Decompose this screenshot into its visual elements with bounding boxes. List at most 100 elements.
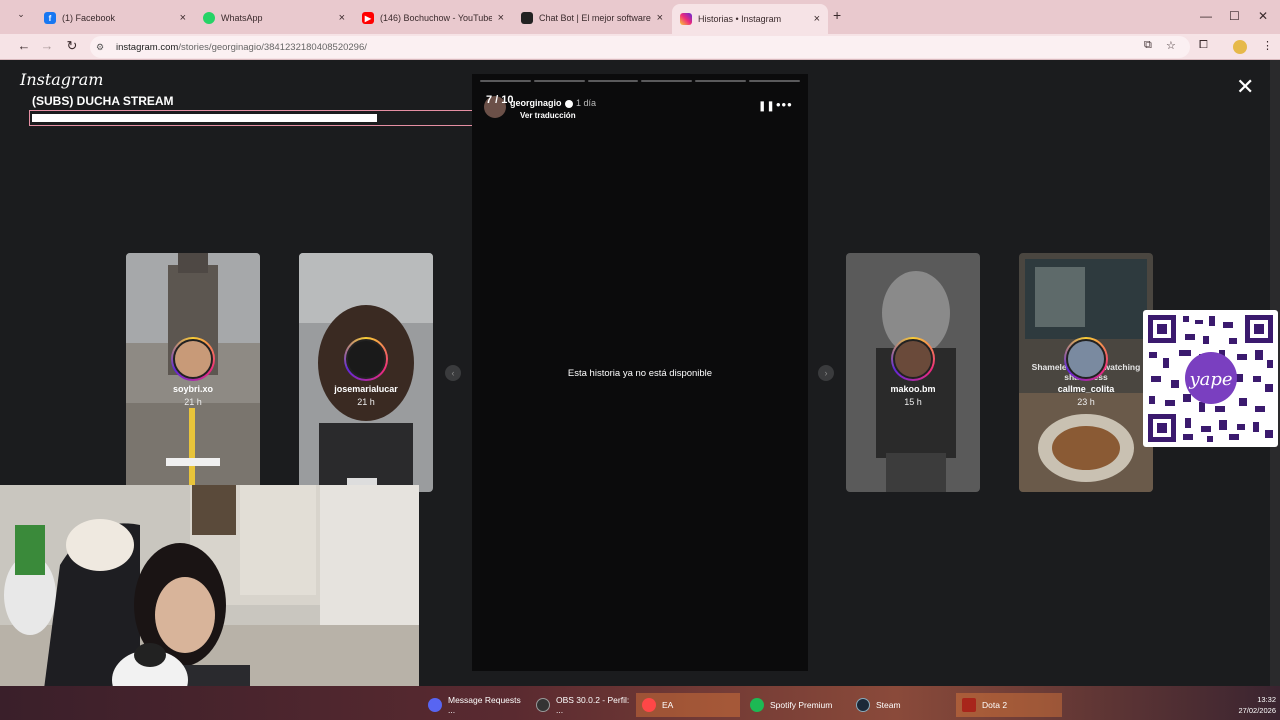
instagram-icon (680, 13, 692, 25)
tab-title: WhatsApp (221, 13, 263, 23)
browser-toolbar: ← → ↻ ⚙ instagram.com/stories/georginagi… (0, 34, 1280, 60)
story-progress-segment (641, 80, 693, 82)
extensions-icon[interactable]: ⧠ (1199, 39, 1208, 52)
tab-facebook[interactable]: f (1) Facebook × (36, 6, 194, 30)
instagram-logo[interactable]: Instagram (20, 70, 103, 89)
more-options-icon[interactable]: ••• (776, 97, 793, 112)
clock-date: 27/02/2026 (1238, 706, 1276, 715)
story-card-time: 21 h (184, 397, 202, 407)
taskbar-item-label: OBS 30.0.2 - Perfil: ... (556, 695, 630, 715)
taskbar-item-label: Spotify Premium (770, 700, 833, 710)
webcam-overlay (0, 485, 419, 720)
stream-title-overlay: (SUBS) DUCHA STREAM (32, 94, 174, 108)
close-tab-icon[interactable]: × (814, 13, 820, 25)
stream-progress-fill (32, 114, 377, 122)
url-text: instagram.com/stories/georginagio/384123… (116, 41, 367, 53)
close-tab-icon[interactable]: × (180, 12, 186, 24)
obs-icon (536, 698, 550, 712)
pause-icon[interactable]: ❚❚ (758, 101, 775, 112)
close-tab-icon[interactable]: × (498, 12, 504, 24)
chatbot-icon (521, 12, 533, 24)
reload-icon[interactable]: ↻ (63, 38, 81, 54)
story-avatar-ring (891, 337, 935, 381)
story-progress-segment (480, 80, 531, 82)
back-arrow-icon[interactable]: ← (15, 38, 33, 53)
story-avatar-ring (344, 337, 388, 381)
tab-chatbot[interactable]: Chat Bot | El mejor software pa × (513, 6, 671, 30)
taskbar-item-dota[interactable]: Dota 2 (956, 693, 1062, 717)
story-card-callme-colita[interactable]: Shameless binge watching shameless callm… (1019, 253, 1153, 492)
avatar (893, 339, 933, 379)
story-card-josemarialucar[interactable]: josemarialucar 21 h (299, 253, 433, 492)
story-progress-segment (587, 80, 639, 82)
cast-icon[interactable]: ⧉ (1144, 39, 1152, 52)
forward-arrow-icon[interactable]: → (38, 38, 56, 53)
story-progress-segment (749, 80, 800, 82)
story-card-username: makoo.bm (890, 384, 936, 394)
new-tab-plus-icon[interactable]: + (833, 7, 841, 23)
story-card-time: 15 h (904, 397, 922, 407)
story-progress-segment (695, 80, 747, 82)
previous-story-arrow-icon[interactable]: ‹ (445, 365, 461, 381)
facebook-icon: f (44, 12, 56, 24)
bookmark-star-icon[interactable]: ☆ (1166, 39, 1176, 52)
story-card-username: callme_colita (1057, 384, 1115, 394)
taskbar-item-label: Dota 2 (982, 700, 1008, 710)
story-card-soybri[interactable]: soybri.xo 21 h (126, 253, 260, 492)
minimize-icon[interactable]: — (1200, 9, 1212, 23)
story-progress-segments (480, 80, 800, 82)
avatar (173, 339, 213, 379)
story-progress-segment (533, 80, 585, 82)
story-username-text: georginagio (510, 98, 562, 108)
next-story-arrow-icon[interactable]: › (818, 365, 834, 381)
story-time: 1 día (576, 98, 597, 108)
profile-avatar[interactable] (1233, 40, 1247, 54)
story-card-makoo[interactable]: makoo.bm 15 h (846, 253, 980, 492)
windows-taskbar: Message Requests ... OBS 30.0.2 - Perfil… (0, 686, 1280, 720)
story-username[interactable]: georginagio (510, 98, 573, 108)
screen: ⌄ f (1) Facebook × WhatsApp × ▶ (146) Bo… (0, 0, 1280, 720)
browser-tab-bar: ⌄ f (1) Facebook × WhatsApp × ▶ (146) Bo… (0, 0, 1280, 34)
menu-kebab-icon[interactable]: ⋮ (1262, 39, 1273, 52)
taskbar-item-obs[interactable]: OBS 30.0.2 - Perfil: ... (530, 693, 634, 717)
tab-instagram[interactable]: Historias • Instagram × (672, 4, 828, 34)
taskbar-item-ea[interactable]: EA (636, 693, 740, 717)
close-tab-icon[interactable]: × (339, 12, 345, 24)
discord-icon (428, 698, 442, 712)
site-settings-icon[interactable]: ⚙ (96, 42, 108, 53)
story-unavailable-message: Esta historia ya no está disponible (567, 368, 713, 379)
story-avatar-ring (1064, 337, 1108, 381)
ea-icon (642, 698, 656, 712)
maximize-icon[interactable]: ☐ (1229, 9, 1240, 23)
see-translation-link[interactable]: Ver traducción (520, 111, 576, 120)
address-bar[interactable]: ⚙ instagram.com/stories/georginagio/3841… (90, 36, 1190, 58)
avatar (1066, 339, 1106, 379)
tab-youtube[interactable]: ▶ (146) Bochuchow - YouTube × (354, 6, 512, 30)
active-story[interactable]: 7 / 10 georginagio 1 día Ver traducción … (472, 74, 808, 671)
taskbar-item-steam[interactable]: Steam (850, 693, 954, 717)
close-tab-icon[interactable]: × (657, 12, 663, 24)
window-close-icon[interactable]: ✕ (1258, 9, 1268, 23)
taskbar-item-spotify[interactable]: Spotify Premium (744, 693, 848, 717)
system-clock[interactable]: 13:32 27/02/2026 (1226, 694, 1276, 716)
story-card-time: 23 h (1077, 397, 1095, 407)
story-card-username: soybri.xo (172, 384, 213, 394)
tab-whatsapp[interactable]: WhatsApp × (195, 6, 353, 30)
tab-title: Historias • Instagram (698, 14, 782, 24)
qr-code-image: yape (1148, 315, 1273, 442)
stream-progress-bar (29, 110, 526, 126)
story-header: 7 / 10 georginagio 1 día Ver traducción … (480, 92, 800, 126)
taskbar-item-label: Steam (876, 700, 901, 710)
webcam-video-feed (0, 485, 419, 720)
taskbar-item-discord[interactable]: Message Requests ... (422, 693, 526, 717)
close-stories-icon[interactable]: ✕ (1236, 76, 1254, 98)
taskbar-item-label: Message Requests ... (448, 695, 521, 715)
tab-title: (1) Facebook (62, 13, 116, 23)
tab-title: Chat Bot | El mejor software pa (539, 13, 651, 23)
story-card-username: josemarialucar (334, 384, 398, 394)
tab-list-chevron-icon[interactable]: ⌄ (12, 9, 30, 25)
taskbar-item-label: EA (662, 700, 674, 710)
story-card-time: 21 h (357, 397, 375, 407)
spotify-icon (750, 698, 764, 712)
svg-text:yape: yape (1188, 369, 1232, 390)
